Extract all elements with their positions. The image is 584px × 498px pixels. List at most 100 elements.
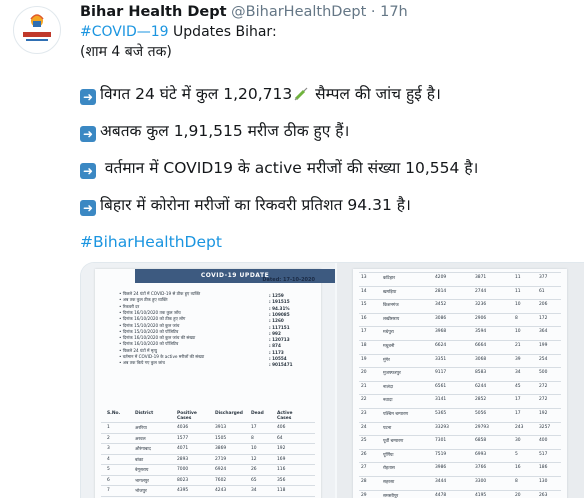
- table-cell: 3766: [475, 465, 487, 471]
- table-row-divider: [359, 367, 561, 369]
- table-cell: 5: [107, 467, 110, 472]
- table-cell: 1577: [177, 435, 189, 441]
- table-row-divider: [359, 435, 561, 437]
- table-cell: 16: [361, 315, 367, 321]
- profile-avatar[interactable]: [13, 6, 61, 54]
- table-row-divider: [359, 462, 561, 464]
- table-cell: मुंगेर: [383, 357, 390, 363]
- table-cell: 14: [361, 288, 367, 294]
- table-header-cell: S.No.: [107, 411, 121, 416]
- table-row-divider: [101, 422, 315, 423]
- table-cell: 16: [515, 465, 521, 471]
- line4-text: बिहार में कोरोना मरीजों का रिकवरी प्रतिश…: [100, 196, 411, 214]
- table-cell: 3300: [475, 479, 487, 484]
- table-cell: 34: [515, 370, 521, 376]
- table-cell: 26: [251, 467, 257, 472]
- table-cell: 3871: [475, 275, 487, 280]
- line2-text: अबतक कुल 1,91,515 मरीज ठीक हुए हैं।: [100, 122, 350, 140]
- table-cell: 17: [515, 397, 521, 403]
- tweet-header: Bihar Health Dept @BiharHealthDept · 17h: [80, 4, 408, 20]
- hashtag-covid-link[interactable]: #COVID—19: [80, 24, 169, 40]
- table-cell: 64: [277, 435, 283, 441]
- table-cell: रोहतास: [383, 466, 395, 472]
- table-cell: बेगूसराय: [135, 468, 149, 473]
- table-cell: 39: [515, 356, 521, 362]
- table-cell: 22: [361, 397, 367, 403]
- table-cell: नवादा: [383, 398, 393, 404]
- line3-text: वर्तमान में COVID19 के active मरीजों की …: [100, 159, 479, 177]
- table-cell: 4243: [215, 488, 227, 493]
- table-cell: 3236: [475, 302, 487, 308]
- table-row-divider: [359, 408, 561, 409]
- table-header-cell: Positive Cases: [177, 411, 197, 421]
- table-cell: 2852: [475, 397, 487, 403]
- table-cell: 28: [361, 479, 367, 484]
- table-row-divider: [101, 464, 315, 465]
- syringe-icon: [294, 87, 308, 101]
- table-cell: भोजपुर: [135, 489, 147, 494]
- table-cell: 17: [361, 329, 367, 335]
- covid-update-sheet: COVID-19 UPDATE Dated: 17-10-2020 • पिछल…: [95, 269, 335, 498]
- table-cell: बांका: [135, 457, 144, 463]
- table-cell: 7: [107, 488, 110, 493]
- author-name[interactable]: Bihar Health Dept: [80, 4, 227, 20]
- table-cell: 18: [361, 343, 367, 348]
- table-header-cell: Dead: [251, 411, 264, 416]
- table-cell: पूर्णिया: [383, 452, 394, 458]
- table-cell: 3594: [475, 329, 487, 335]
- table-cell: 3913: [215, 425, 227, 430]
- table-cell: 3: [107, 446, 110, 451]
- table-header-cell: Discharged: [215, 411, 243, 416]
- table-cell: 20: [361, 370, 367, 376]
- table-cell: 26: [361, 451, 367, 457]
- table-row-divider: [359, 489, 561, 491]
- table-cell: 7602: [215, 477, 227, 483]
- right-arrow-icon: ➜: [80, 163, 96, 179]
- title-rest: Updates Bihar:: [168, 24, 277, 40]
- table-cell: 17: [251, 425, 257, 430]
- table-cell: खगड़िया: [383, 289, 397, 295]
- table-cell: 206: [539, 302, 548, 308]
- tweet-time[interactable]: 17h: [380, 4, 408, 20]
- table-cell: 8583: [475, 370, 487, 376]
- table-cell: 3351: [435, 356, 447, 362]
- table-cell: 356: [277, 477, 286, 483]
- table-cell: 2: [107, 435, 110, 441]
- table-cell: 8023: [177, 477, 189, 483]
- media-image-1[interactable]: COVID-19 UPDATE Dated: 17-10-2020 • पिछल…: [81, 263, 335, 498]
- tweet-subtitle: (शाम 4 बजे तक): [80, 44, 172, 60]
- table-cell: समस्तीपुर: [383, 493, 399, 498]
- right-arrow-icon: ➜: [80, 89, 96, 105]
- table-cell: 3141: [435, 397, 447, 403]
- table-cell: 2906: [475, 315, 487, 321]
- table-cell: 3257: [539, 424, 551, 430]
- table-cell: 25: [361, 438, 367, 444]
- table-cell: 377: [539, 275, 548, 280]
- table-cell: 4395: [177, 488, 189, 493]
- tweet-line-recovery-rate: ➜ बिहार में कोरोना मरीजों का रिकवरी प्रति…: [80, 193, 411, 216]
- table-cell: अरवल: [135, 436, 146, 442]
- table-row-divider: [359, 340, 561, 341]
- table-cell: 6664: [475, 343, 487, 348]
- table-cell: नालंदा: [383, 384, 394, 390]
- media-image-2[interactable]: 13 कटिहार 4209 3871 11 377 14 खगड़िया 2814 2744 11…: [337, 263, 584, 498]
- table-cell: 243: [515, 424, 524, 430]
- table-row-divider: [359, 353, 561, 355]
- hashtag-footer-link[interactable]: #BiharHealthDept: [80, 233, 222, 251]
- table-cell: 169: [277, 456, 286, 462]
- table-cell: 192: [277, 446, 286, 451]
- table-cell: 3444: [435, 479, 447, 484]
- table-cell: 33293: [435, 424, 449, 430]
- table-cell: 7301: [435, 438, 447, 444]
- table-row-divider: [101, 443, 315, 444]
- line1-part-b: सैम्पल की जांच हुई है।: [310, 85, 441, 103]
- table-cell: 6624: [435, 343, 447, 348]
- table-cell: 3086: [435, 315, 447, 321]
- tweet-line-active: ➜ वर्तमान में COVID19 के active मरीजों क…: [80, 156, 478, 179]
- author-handle[interactable]: @BiharHealthDept: [231, 4, 366, 20]
- table-cell: सहरसा: [383, 480, 395, 485]
- table-cell: 1505: [215, 435, 227, 441]
- table-cell: कटिहार: [383, 276, 395, 281]
- table-cell: 11: [515, 275, 521, 280]
- table-cell: 34: [251, 488, 257, 493]
